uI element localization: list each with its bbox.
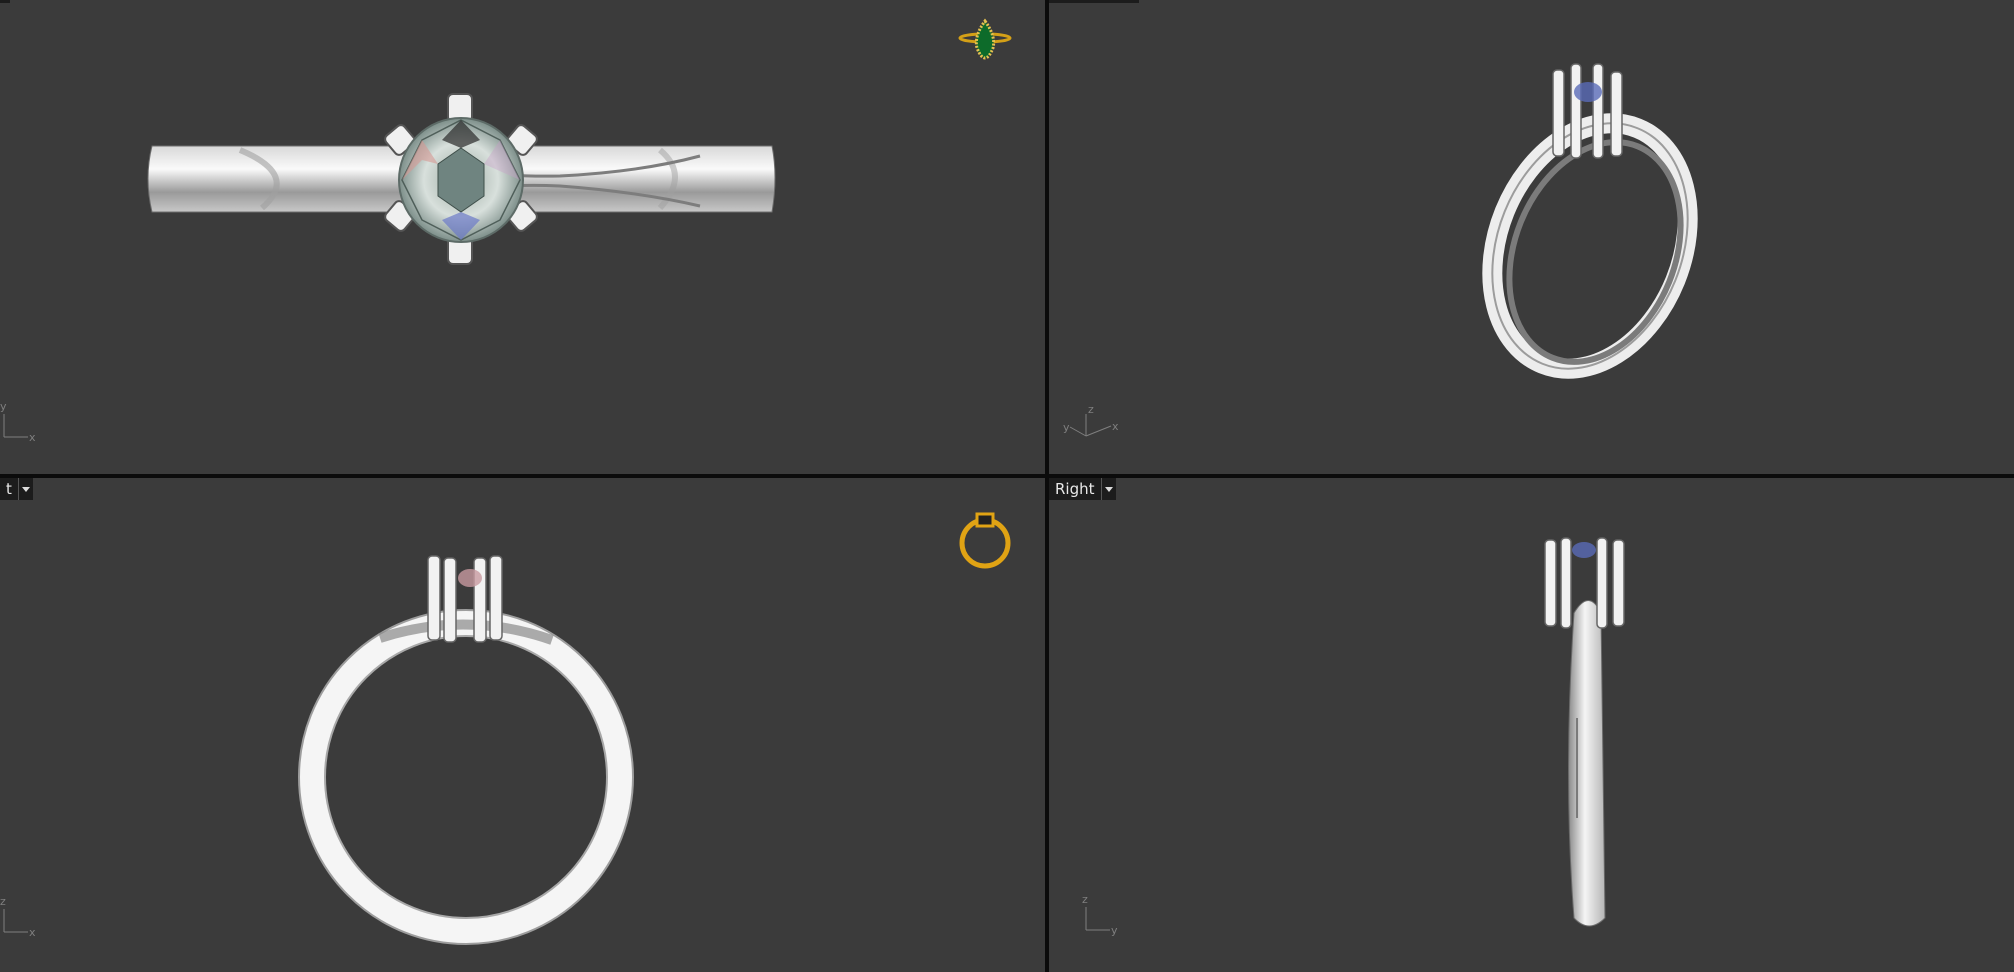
right-axis-z-label: z bbox=[1082, 893, 1088, 906]
top-axis-y-label: y bbox=[0, 400, 7, 413]
ring-top-view[interactable]: x y bbox=[0, 0, 1045, 474]
ring-front-view[interactable]: x z bbox=[0, 478, 1045, 972]
persp-axis-x-label: x bbox=[1112, 420, 1119, 433]
front-axis-x-label: x bbox=[29, 926, 36, 939]
ring-perspective-view[interactable]: x y z bbox=[1049, 0, 2014, 474]
persp-axis-y-label: y bbox=[1063, 421, 1070, 434]
right-axis-y-label: y bbox=[1111, 924, 1118, 937]
top-axis-indicator: x y bbox=[0, 400, 36, 444]
perspective-viewport[interactable]: x y z bbox=[1049, 0, 2014, 474]
gold-ring-icon[interactable] bbox=[956, 508, 1014, 570]
front-viewport[interactable]: t x z bbox=[0, 478, 1045, 972]
top-viewport[interactable]: x y bbox=[0, 0, 1045, 474]
top-axis-x-label: x bbox=[29, 431, 36, 444]
front-axis-indicator: x z bbox=[0, 895, 36, 939]
persp-axis-z-label: z bbox=[1088, 403, 1094, 416]
front-axis-z-label: z bbox=[0, 895, 6, 908]
right-viewport[interactable]: Right y z bbox=[1049, 478, 2014, 972]
pear-emerald-ring-icon[interactable] bbox=[956, 18, 1014, 62]
right-axis-indicator: y z bbox=[1082, 893, 1118, 937]
perspective-axis-indicator: x y z bbox=[1063, 403, 1119, 437]
ring-right-view[interactable]: y z bbox=[1049, 478, 2014, 972]
